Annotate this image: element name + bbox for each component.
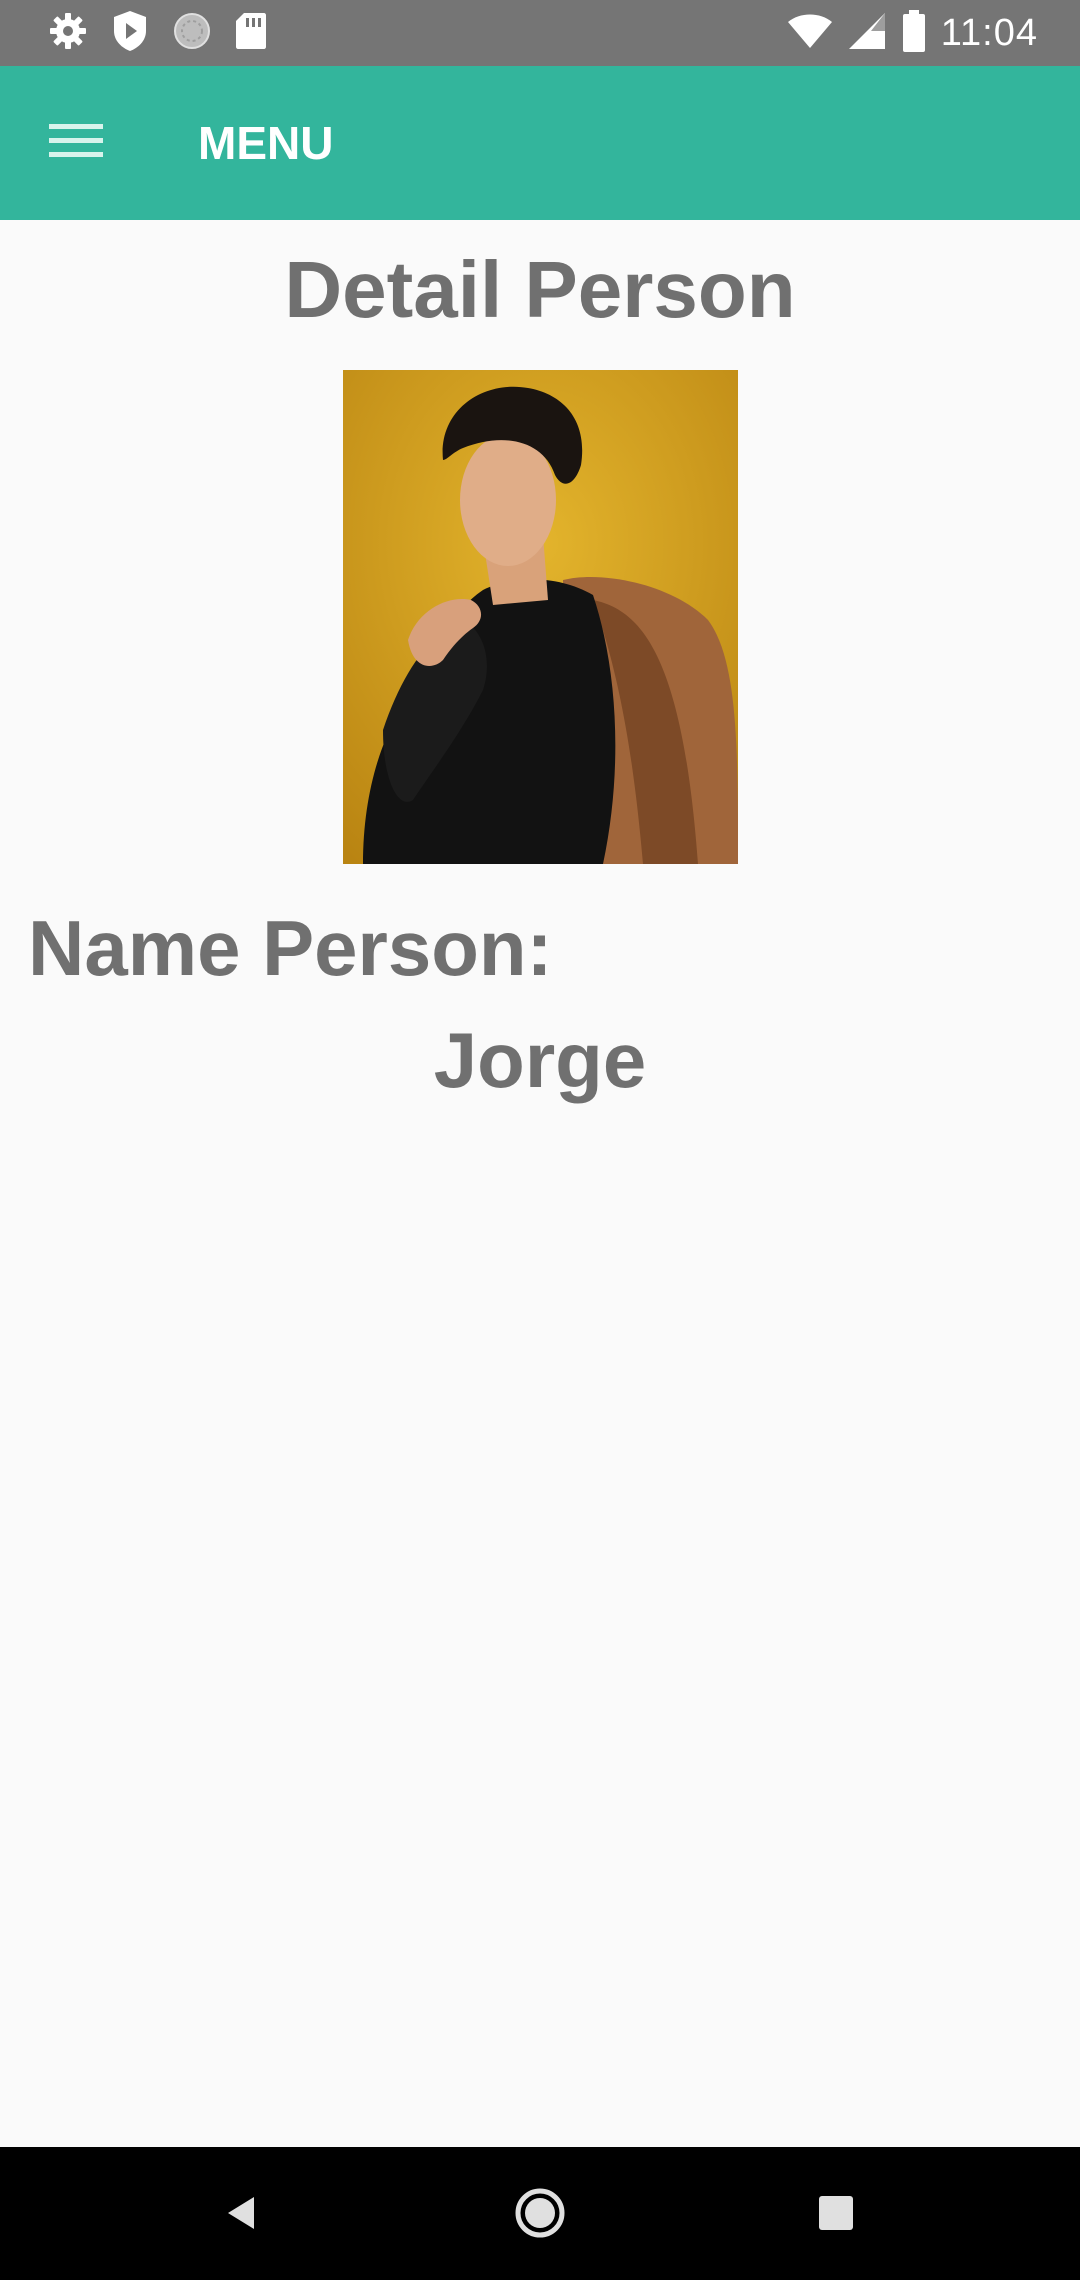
app-bar-title: MENU [198,117,334,169]
back-button[interactable] [204,2177,280,2253]
menu-button[interactable] [34,106,118,180]
sd-card-icon [234,11,268,56]
shield-play-icon [110,9,150,58]
navigation-bar [0,2147,1080,2280]
app-bar: MENU [0,66,1080,220]
status-right-icons: 11:04 [787,8,1038,58]
name-label: Name Person: [28,904,553,992]
status-left-icons [48,10,268,56]
battery-icon [901,9,927,58]
wifi-icon [787,12,833,55]
home-button[interactable] [502,2177,578,2253]
name-value: Jorge [433,1016,647,1104]
page-title: Detail Person [284,245,796,334]
home-icon [513,2186,567,2245]
recents-button[interactable] [798,2177,874,2253]
status-time: 11:04 [940,11,1038,54]
status-bar: 11:04 [0,0,1080,66]
person-photo [343,370,738,864]
back-icon [222,2193,262,2238]
sync-circle-icon [172,11,212,56]
recents-icon [816,2193,856,2238]
cell-signal-icon [847,11,887,56]
settings-icon [48,11,88,56]
hamburger-menu-icon [49,122,103,165]
